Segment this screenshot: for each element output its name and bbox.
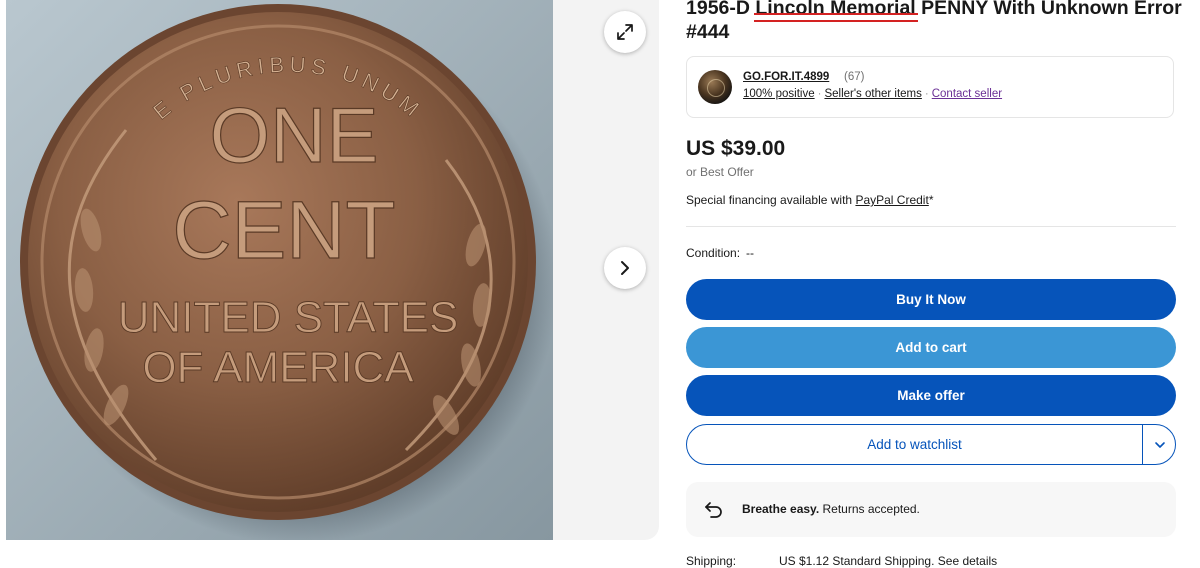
expand-icon (617, 24, 633, 40)
title-prefix: 1956-D (686, 0, 756, 19)
return-arrow-icon (705, 502, 722, 518)
seller-positive-link[interactable]: 100% positive (743, 88, 815, 100)
financing-suffix: * (928, 193, 934, 207)
chevron-right-icon (621, 261, 629, 275)
add-to-watchlist-label: Add to watchlist (867, 437, 962, 452)
coin-united-states: UNITED STATES (118, 293, 459, 342)
seller-name-link[interactable]: GO.FOR.IT.4899 (743, 71, 829, 83)
separator-dot: · (924, 88, 929, 100)
make-offer-label: Make offer (897, 388, 965, 403)
item-price: US $39.00 (686, 137, 786, 160)
condition-label: Condition: (686, 246, 741, 260)
returns-bold: Breathe easy. (742, 502, 820, 516)
coin-of-america: OF AMERICA (142, 343, 414, 392)
expand-image-button[interactable] (604, 11, 646, 53)
section-divider (686, 226, 1176, 227)
seller-feedback-count: (67) (844, 71, 865, 83)
condition-value: -- (746, 246, 755, 260)
buy-it-now-label: Buy It Now (896, 292, 966, 307)
returns-banner: Breathe easy. Returns accepted. (686, 482, 1176, 537)
financing-note: Special financing available with PayPal … (686, 193, 933, 207)
returns-text: Breathe easy. Returns accepted. (742, 502, 920, 516)
seller-card: GO.FOR.IT.4899 (67) 100% positive · Seller… (686, 56, 1174, 118)
separator-dot: · (817, 88, 822, 100)
best-offer-note: or Best Offer (686, 165, 754, 179)
shipping-row: Shipping: US $1.12 Standard Shipping. See… (686, 554, 997, 568)
coin-one: ONE (209, 91, 378, 179)
image-gallery: E PLURIBUS UNUM ONE CENT UNITED STATES O… (6, 0, 659, 540)
seller-avatar[interactable] (698, 70, 732, 104)
add-to-cart-label: Add to cart (895, 340, 967, 355)
chevron-down-icon[interactable] (1153, 438, 1167, 452)
shipping-value: US $1.12 Standard Shipping. See details (779, 554, 998, 568)
coin-cent: CENT (172, 185, 395, 276)
shipping-label: Shipping: (686, 554, 737, 568)
contact-seller-link[interactable]: Contact seller (932, 88, 1002, 100)
seller-links: 100% positive · Seller's other items · Conta… (743, 88, 1002, 100)
listing-title: 1956-D Lincoln Memorial PENNY With Unkno… (686, 0, 1186, 44)
seller-other-items-link[interactable]: Seller's other items (824, 88, 921, 100)
next-image-button[interactable] (604, 247, 646, 289)
condition-row: Condition: -- (686, 246, 754, 260)
make-offer-button[interactable]: Make offer (686, 375, 1176, 416)
returns-rest: Returns accepted. (819, 502, 920, 516)
coin-photo[interactable]: E PLURIBUS UNUM ONE CENT UNITED STATES O… (6, 0, 553, 540)
add-to-cart-button[interactable]: Add to cart (686, 327, 1176, 368)
buy-it-now-button[interactable]: Buy It Now (686, 279, 1176, 320)
add-to-watchlist-button[interactable]: Add to watchlist (686, 424, 1176, 465)
title-highlight: Lincoln Memorial (755, 0, 915, 19)
paypal-credit-link[interactable]: PayPal Credit (855, 193, 928, 207)
financing-prefix: Special financing available with (686, 193, 856, 207)
watchlist-divider (1142, 425, 1143, 464)
